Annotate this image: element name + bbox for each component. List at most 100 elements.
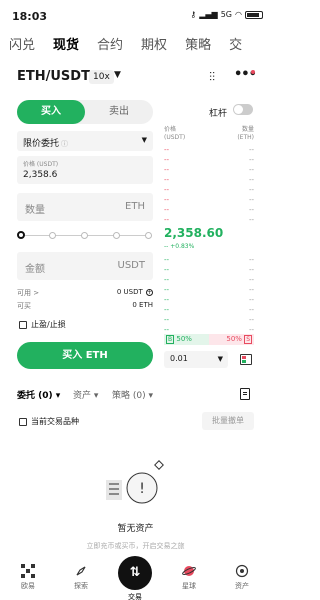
last-price[interactable]: 2,358.60	[164, 226, 223, 240]
buy-eth-button[interactable]: 买入 ETH	[17, 342, 153, 369]
slider-handle[interactable]	[17, 231, 25, 239]
margin-toggle[interactable]	[233, 104, 253, 115]
ask-price: --	[164, 166, 170, 174]
ask-price: --	[164, 186, 170, 194]
buy-ratio: B 50%	[164, 334, 209, 345]
bid-quantity: --	[248, 296, 254, 304]
pair-selector[interactable]: ETH/USDT	[17, 69, 90, 84]
bid-row[interactable]: -- --	[164, 276, 254, 286]
ask-row[interactable]: -- --	[164, 176, 254, 186]
ask-row[interactable]: -- --	[164, 186, 254, 196]
nav-planet[interactable]: 星球	[169, 564, 209, 591]
tpsl-row[interactable]: 止盈/止损	[19, 319, 66, 330]
nav-explore[interactable]: 探索	[61, 564, 101, 591]
tab-assets[interactable]: 资产 ▾	[73, 388, 98, 401]
plus-icon[interactable]: +	[146, 289, 153, 296]
batch-cancel-button[interactable]: 批量撤单	[202, 412, 254, 430]
current-pair-label: 当前交易品种	[31, 417, 79, 426]
ask-quantity: --	[248, 146, 254, 154]
sell-ratio: 50% S	[209, 334, 254, 345]
slider-step-50[interactable]	[81, 232, 88, 239]
bid-quantity: --	[248, 256, 254, 264]
ask-row[interactable]: -- --	[164, 156, 254, 166]
okx-logo-icon	[21, 564, 35, 578]
nav-home[interactable]: 欧易	[8, 564, 48, 591]
caret-down-icon[interactable]: ▼	[114, 70, 121, 80]
ask-quantity: --	[248, 196, 254, 204]
tab-strategy[interactable]: 策略	[176, 34, 220, 60]
bid-quantity: --	[248, 316, 254, 324]
bid-row[interactable]: -- --	[164, 286, 254, 296]
ask-row[interactable]: -- --	[164, 146, 254, 156]
slider-step-100[interactable]	[145, 232, 152, 239]
ask-row[interactable]: -- --	[164, 166, 254, 176]
buy-tab[interactable]: 买入	[17, 100, 85, 124]
current-pair-checkbox[interactable]	[19, 417, 27, 426]
info-icon[interactable]: ⓘ	[61, 140, 68, 148]
quantity-placeholder: 数量	[25, 205, 45, 216]
percent-slider[interactable]	[17, 230, 153, 242]
ask-quantity: --	[248, 186, 254, 194]
ask-price: --	[164, 196, 170, 204]
bid-row[interactable]: -- --	[164, 306, 254, 316]
caret-down-icon: ▼	[141, 136, 147, 144]
ask-row[interactable]: -- --	[164, 206, 254, 216]
tpsl-checkbox[interactable]	[19, 320, 27, 329]
order-type-select[interactable]: 限价委托 ⓘ ▼	[17, 131, 153, 151]
amount-placeholder: 金额	[25, 264, 45, 275]
network-label: 5G	[220, 10, 233, 19]
status-time: 18:03	[12, 10, 48, 23]
bid-quantity: --	[248, 286, 254, 294]
status-bar: 18:03 ⚷ ▂▄▆ 5G ◠	[0, 0, 271, 30]
tab-strategy-orders[interactable]: 策略 (0) ▾	[112, 388, 153, 401]
bid-price: --	[164, 286, 170, 294]
slider-step-75[interactable]	[113, 232, 120, 239]
tab-spot[interactable]: 现货	[44, 34, 88, 60]
tab-options[interactable]: 期权	[132, 34, 176, 60]
wallet-icon	[235, 564, 249, 578]
bid-row[interactable]: -- --	[164, 266, 254, 276]
bid-row[interactable]: -- --	[164, 296, 254, 306]
ask-quantity: --	[248, 156, 254, 164]
slider-step-25[interactable]	[49, 232, 56, 239]
ask-row[interactable]: -- --	[164, 216, 254, 226]
orders-tabs: 委托 (0) ▾ 资产 ▾ 策略 (0) ▾	[0, 388, 271, 404]
tab-futures[interactable]: 合约	[88, 34, 132, 60]
amount-input[interactable]: 金额 USDT	[17, 252, 153, 280]
tab-open-orders[interactable]: 委托 (0) ▾	[17, 388, 60, 401]
max-buy-row: 可买 0 ETH	[17, 301, 153, 313]
nav-assets[interactable]: 资产	[222, 564, 262, 591]
available-label[interactable]: 可用 >	[17, 289, 39, 297]
quantity-input[interactable]: 数量 ETH	[17, 193, 153, 221]
quantity-header: 数量 (ETH)	[237, 126, 254, 141]
ask-row[interactable]: -- --	[164, 196, 254, 206]
candlestick-chart-icon[interactable]: ⫶⫶	[209, 70, 215, 85]
bid-price: --	[164, 306, 170, 314]
orderbook-layout-icon[interactable]	[240, 354, 252, 365]
bid-row[interactable]: -- --	[164, 256, 254, 266]
tab-more[interactable]: 交	[220, 34, 251, 60]
ask-price: --	[164, 156, 170, 164]
precision-select[interactable]: 0.01 ▼	[164, 351, 228, 368]
bid-quantity: --	[248, 326, 254, 334]
sell-tag: S	[244, 335, 252, 344]
bid-price: --	[164, 316, 170, 324]
order-history-icon[interactable]	[240, 388, 250, 400]
sell-tab[interactable]: 卖出	[85, 100, 153, 124]
ask-quantity: --	[248, 176, 254, 184]
tab-convert[interactable]: 闪兑	[0, 34, 44, 60]
empty-state-illustration: !	[106, 460, 164, 504]
battery-icon	[245, 10, 263, 19]
bid-price: --	[164, 266, 170, 274]
price-value: 2,358.6	[23, 170, 58, 180]
amount-unit: USDT	[117, 260, 145, 271]
current-pair-filter[interactable]: 当前交易品种	[19, 416, 79, 427]
bid-quantity: --	[248, 306, 254, 314]
bid-row[interactable]: -- --	[164, 316, 254, 326]
nav-planet-label: 星球	[182, 582, 196, 590]
empty-state-subtitle: 立即充币或买币，开启交易之旅	[86, 542, 185, 550]
nav-trade-button[interactable]: ⇅	[118, 556, 152, 590]
price-input[interactable]: 价格 (USDT) 2,358.6	[17, 156, 153, 184]
signal-icon: ▂▄▆	[199, 10, 218, 19]
bid-price: --	[164, 296, 170, 304]
